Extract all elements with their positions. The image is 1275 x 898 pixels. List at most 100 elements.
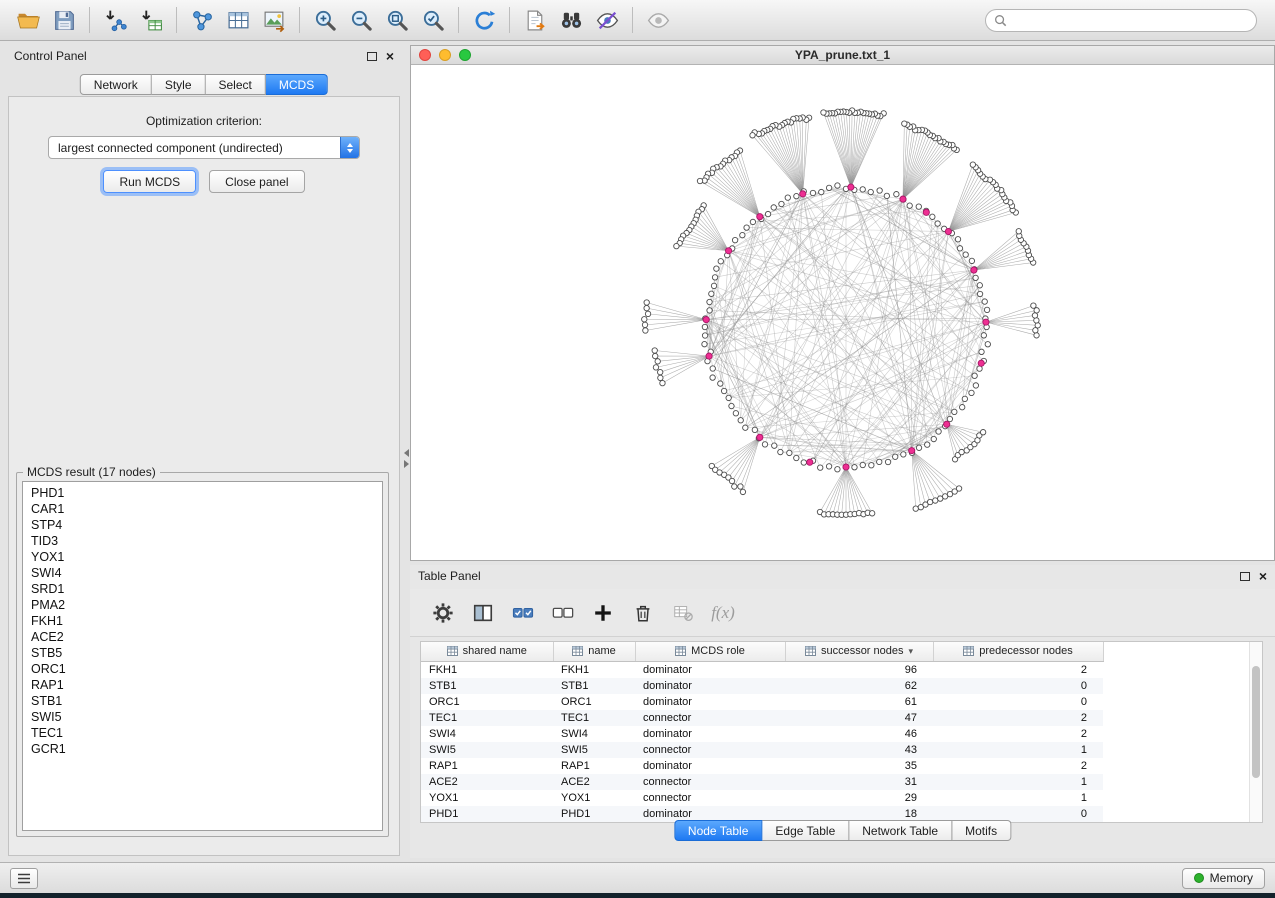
graph-node[interactable] xyxy=(726,395,731,400)
graph-node[interactable] xyxy=(718,381,723,386)
graph-node[interactable] xyxy=(762,442,767,447)
mcds-result-item[interactable]: PMA2 xyxy=(31,597,374,613)
table-cell[interactable]: FKH1 xyxy=(553,661,635,678)
graph-node[interactable] xyxy=(925,442,930,447)
graph-node[interactable] xyxy=(826,464,831,469)
graph-node[interactable] xyxy=(657,369,662,374)
graph-node[interactable] xyxy=(794,455,799,460)
table-cell[interactable]: TEC1 xyxy=(553,710,635,726)
graph-node[interactable] xyxy=(644,305,649,310)
graph-node[interactable] xyxy=(738,418,743,423)
table-cell[interactable]: SWI4 xyxy=(553,726,635,742)
search-input[interactable] xyxy=(1012,13,1248,27)
mcds-result-item[interactable]: STB1 xyxy=(31,693,374,709)
table-cell[interactable]: SWI5 xyxy=(421,742,553,758)
table-cell[interactable]: SWI5 xyxy=(553,742,635,758)
graph-dominator-node[interactable] xyxy=(923,209,929,215)
float-panel-icon[interactable] xyxy=(367,52,377,61)
graph-node[interactable] xyxy=(710,366,715,371)
graph-node[interactable] xyxy=(642,317,647,322)
table-row[interactable]: RAP1RAP1dominator352 xyxy=(421,758,1103,774)
graph-node[interactable] xyxy=(902,121,907,126)
graph-node[interactable] xyxy=(660,380,665,385)
table-cell[interactable]: ACE2 xyxy=(421,774,553,790)
table-cell[interactable]: ACE2 xyxy=(553,774,635,790)
table-cell[interactable]: 2 xyxy=(933,710,1103,726)
graph-dominator-node[interactable] xyxy=(978,360,984,366)
graph-node[interactable] xyxy=(702,341,707,346)
graph-node[interactable] xyxy=(750,133,755,138)
memory-button[interactable]: Memory xyxy=(1182,868,1265,889)
graph-dominator-node[interactable] xyxy=(909,448,915,454)
graph-node[interactable] xyxy=(936,429,941,434)
graph-node[interactable] xyxy=(970,162,975,167)
graph-node[interactable] xyxy=(1034,333,1039,338)
graph-dominator-node[interactable] xyxy=(944,421,950,427)
graph-node[interactable] xyxy=(959,404,964,409)
graph-node[interactable] xyxy=(977,291,982,296)
table-cell[interactable]: RAP1 xyxy=(421,758,553,774)
table-cell[interactable]: PHD1 xyxy=(421,806,553,822)
graph-node[interactable] xyxy=(955,237,960,242)
table-row[interactable]: ACE2ACE2connector311 xyxy=(421,774,1103,790)
hide-selected-button[interactable] xyxy=(589,3,625,37)
table-cell[interactable]: 0 xyxy=(933,694,1103,710)
table-cell[interactable]: YOX1 xyxy=(421,790,553,806)
graph-node[interactable] xyxy=(771,205,776,210)
graph-node[interactable] xyxy=(826,185,831,190)
table-row[interactable]: ORC1ORC1dominator610 xyxy=(421,694,1103,710)
graph-node[interactable] xyxy=(973,275,978,280)
table-cell[interactable]: dominator xyxy=(635,758,785,774)
table-panel-close-icon[interactable]: × xyxy=(1259,571,1267,581)
table-cell[interactable]: 2 xyxy=(933,726,1103,742)
graph-node[interactable] xyxy=(907,203,912,208)
mcds-result-item[interactable]: PHD1 xyxy=(31,485,374,501)
graph-node[interactable] xyxy=(765,211,770,216)
network-search-field[interactable] xyxy=(985,9,1257,32)
graph-node[interactable] xyxy=(655,359,660,364)
graph-node[interactable] xyxy=(901,452,906,457)
graph-node[interactable] xyxy=(969,390,974,395)
tab-mcds[interactable]: MCDS xyxy=(266,74,328,95)
graph-node[interactable] xyxy=(877,188,882,193)
graph-node[interactable] xyxy=(957,246,962,251)
graph-node[interactable] xyxy=(750,219,755,224)
graph-node[interactable] xyxy=(732,237,737,242)
graph-node[interactable] xyxy=(979,349,984,354)
mcds-result-item[interactable]: ACE2 xyxy=(31,629,374,645)
mcds-result-list[interactable]: PHD1CAR1STP4TID3YOX1SWI4SRD1PMA2FKH1ACE2… xyxy=(22,481,383,831)
table-cell[interactable]: 62 xyxy=(785,678,933,694)
tab-node-table[interactable]: Node Table xyxy=(674,820,763,841)
table-cell[interactable]: 1 xyxy=(933,742,1103,758)
graph-node[interactable] xyxy=(712,275,717,280)
table-cell[interactable]: 47 xyxy=(785,710,933,726)
mcds-result-item[interactable]: TID3 xyxy=(31,533,374,549)
graph-node[interactable] xyxy=(884,193,889,198)
show-graphics-details-button[interactable] xyxy=(640,3,676,37)
table-cell[interactable]: 2 xyxy=(933,661,1103,678)
new-network-button[interactable] xyxy=(184,3,220,37)
graph-node[interactable] xyxy=(643,328,648,333)
graph-node[interactable] xyxy=(956,486,961,491)
graph-node[interactable] xyxy=(977,283,982,288)
graph-node[interactable] xyxy=(969,258,974,263)
mcds-result-item[interactable]: RAP1 xyxy=(31,677,374,693)
table-cell[interactable]: connector xyxy=(635,790,785,806)
mcds-result-item[interactable]: YOX1 xyxy=(31,549,374,565)
control-panel-close-icon[interactable]: × xyxy=(386,51,394,61)
zoom-out-button[interactable] xyxy=(343,3,379,37)
table-cell[interactable]: 96 xyxy=(785,661,933,678)
table-cell[interactable]: FKH1 xyxy=(421,661,553,678)
close-panel-button[interactable]: Close panel xyxy=(209,170,304,193)
table-row[interactable]: FKH1FKH1dominator962 xyxy=(421,661,1103,678)
table-cell[interactable]: RAP1 xyxy=(553,758,635,774)
clear-table-button[interactable] xyxy=(666,596,700,630)
graph-node[interactable] xyxy=(674,243,679,248)
table-scrollbar[interactable] xyxy=(1249,642,1262,822)
graph-node[interactable] xyxy=(927,499,932,504)
mcds-result-item[interactable]: CAR1 xyxy=(31,501,374,517)
mcds-result-item[interactable]: STP4 xyxy=(31,517,374,533)
table-cell[interactable]: 1 xyxy=(933,774,1103,790)
graph-node[interactable] xyxy=(869,511,874,516)
table-cell[interactable]: ORC1 xyxy=(553,694,635,710)
